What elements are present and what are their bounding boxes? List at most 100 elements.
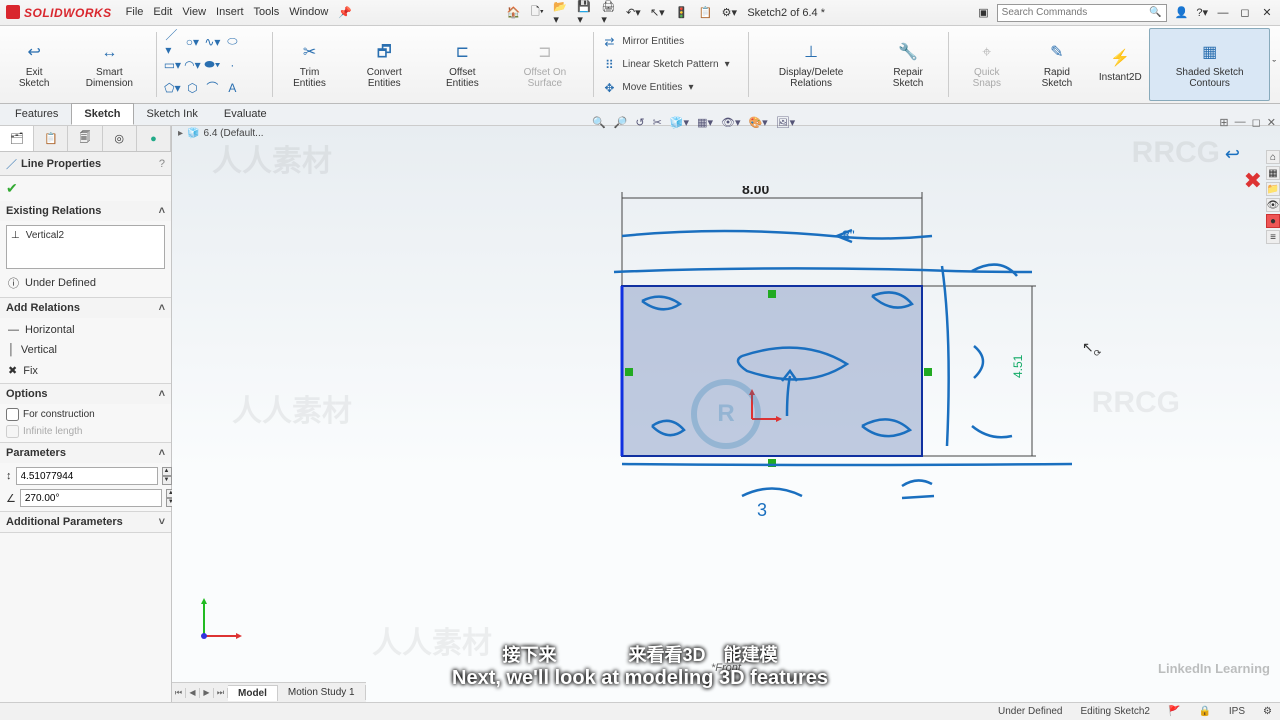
line-icon[interactable]: ／▾: [165, 35, 179, 49]
section-view-icon[interactable]: ✂: [653, 116, 662, 129]
rebuild-icon[interactable]: 🚦: [673, 5, 689, 21]
point-icon[interactable]: ·: [225, 58, 239, 72]
convert-button[interactable]: 🗗Convert Entities: [344, 28, 424, 101]
new-icon[interactable]: 🗋▾: [529, 5, 545, 21]
quick-snaps-button[interactable]: ⌖Quick Snaps: [953, 28, 1020, 101]
hex-icon[interactable]: ⬡: [185, 81, 199, 95]
status-lock-icon[interactable]: 🔒: [1198, 706, 1210, 717]
feature-manager-tab-icon[interactable]: 🗂: [0, 126, 34, 151]
fillet-icon[interactable]: ⌒: [205, 81, 219, 95]
tab-features[interactable]: Features: [2, 103, 71, 125]
smart-dimension-button[interactable]: ↔Smart Dimension: [66, 28, 152, 101]
tab-evaluate[interactable]: Evaluate: [211, 103, 280, 125]
taskpane-resources-icon[interactable]: ▦: [1266, 166, 1280, 180]
cmd-icon[interactable]: ▣: [978, 6, 988, 19]
menu-edit[interactable]: Edit: [153, 6, 172, 19]
trim-button[interactable]: ✂Trim Entities: [277, 28, 342, 101]
add-vertical-button[interactable]: │Vertical: [6, 342, 165, 358]
print-icon[interactable]: 🖨▾: [601, 5, 617, 21]
viewport-split-icon[interactable]: ⊞: [1219, 116, 1228, 129]
select-icon[interactable]: ↖▾: [649, 5, 665, 21]
infinite-length-checkbox[interactable]: Infinite length: [6, 425, 165, 438]
close-icon[interactable]: ✕: [1260, 6, 1274, 19]
menu-insert[interactable]: Insert: [216, 6, 244, 19]
scene-icon[interactable]: 🖼▾: [776, 116, 796, 129]
zoom-area-icon[interactable]: 🔎: [614, 116, 628, 129]
options-icon[interactable]: 📋: [697, 5, 713, 21]
exit-sketch-x-icon[interactable]: ✖: [1244, 168, 1262, 194]
ellipse-icon[interactable]: ⬭: [225, 35, 239, 49]
additional-parameters-header[interactable]: Additional Parameters˅: [0, 512, 171, 532]
parameters-header[interactable]: Parameters˄: [0, 443, 171, 463]
slot-icon[interactable]: ⬬▾: [205, 58, 219, 72]
tab-first-icon[interactable]: ⏮: [172, 688, 186, 698]
existing-relations-list[interactable]: ⊥Vertical2: [6, 225, 165, 269]
taskpane-custom-icon[interactable]: ≡: [1266, 230, 1280, 244]
maximize-icon[interactable]: ◻: [1238, 6, 1252, 19]
offset-surface-button[interactable]: ⊐Offset On Surface: [500, 28, 589, 101]
options-header[interactable]: Options˄: [0, 384, 171, 404]
bottom-tab-model[interactable]: Model: [228, 685, 278, 701]
display-style-icon[interactable]: ▦▾: [697, 116, 713, 129]
tab-sketch[interactable]: Sketch: [71, 103, 133, 125]
viewport-close-icon[interactable]: ✕: [1267, 116, 1276, 129]
confirm-corner-icon[interactable]: ↩: [1225, 144, 1240, 165]
menu-view[interactable]: View: [182, 6, 206, 19]
offset-button[interactable]: ⊏Offset Entities: [426, 28, 498, 101]
taskpane-view-icon[interactable]: 👁: [1266, 198, 1280, 212]
property-tab-icon[interactable]: 📋: [34, 126, 68, 151]
status-units[interactable]: IPS: [1229, 706, 1245, 717]
pattern-button[interactable]: ⠿Linear Sketch Pattern▾: [602, 58, 739, 72]
tab-sketch-ink[interactable]: Sketch Ink: [134, 103, 211, 125]
hide-show-icon[interactable]: 👁▾: [721, 116, 741, 129]
help-small-icon[interactable]: ?: [159, 158, 165, 170]
angle-input[interactable]: [20, 489, 162, 507]
spin-down-icon[interactable]: ▼: [162, 476, 172, 485]
viewport-min-icon[interactable]: —: [1235, 116, 1246, 129]
tab-prev-icon[interactable]: ◀: [186, 688, 200, 698]
rect-icon[interactable]: ▭▾: [165, 58, 179, 72]
polygon-icon[interactable]: ⬠▾: [165, 81, 179, 95]
help-icon[interactable]: ?▾: [1196, 6, 1208, 19]
dimxpert-tab-icon[interactable]: ◎: [103, 126, 137, 151]
menu-file[interactable]: File: [126, 6, 144, 19]
menu-tools[interactable]: Tools: [254, 6, 280, 19]
text-icon[interactable]: A: [225, 81, 239, 95]
zoom-fit-icon[interactable]: 🔍: [592, 116, 606, 129]
status-gear-icon[interactable]: ⚙: [1263, 706, 1272, 717]
menu-window[interactable]: Window: [289, 6, 328, 19]
spline-icon[interactable]: ∿▾: [205, 35, 219, 49]
add-relations-header[interactable]: Add Relations˄: [0, 298, 171, 318]
viewport-max-icon[interactable]: ◻: [1252, 116, 1261, 129]
menu-pin-icon[interactable]: 📌: [338, 6, 352, 19]
taskpane-home-icon[interactable]: ⌂: [1266, 150, 1280, 164]
tab-last-icon[interactable]: ⏭: [214, 688, 228, 698]
display-delete-relations-button[interactable]: ⊥Display/Delete Relations: [753, 28, 870, 101]
rapid-sketch-button[interactable]: ✎Rapid Sketch: [1022, 28, 1091, 101]
arc-icon[interactable]: ◠▾: [185, 58, 199, 72]
save-icon[interactable]: 💾▾: [577, 5, 593, 21]
graphics-area[interactable]: 🧊6.4 (Default... 🔍 🔎 ↺ ✂ 🧊▾ ▦▾ 👁▾ 🎨▾ 🖼▾ …: [172, 126, 1280, 702]
repair-sketch-button[interactable]: 🔧Repair Sketch: [872, 28, 945, 101]
move-button[interactable]: ✥Move Entities▾: [602, 81, 739, 95]
status-flag-icon[interactable]: 🚩: [1168, 706, 1180, 717]
ribbon-collapse-icon[interactable]: ˇ: [1272, 59, 1276, 71]
prev-view-icon[interactable]: ↺: [635, 116, 644, 129]
appearance-icon[interactable]: 🎨▾: [748, 116, 767, 129]
open-icon[interactable]: 📂▾: [553, 5, 569, 21]
bottom-tab-motion[interactable]: Motion Study 1: [278, 685, 366, 700]
undo-icon[interactable]: ↶▾: [625, 5, 641, 21]
mirror-button[interactable]: ⇄Mirror Entities: [602, 35, 739, 49]
circle-icon[interactable]: ○▾: [185, 35, 199, 49]
instant2d-button[interactable]: ⚡Instant2D: [1094, 28, 1147, 101]
tab-next-icon[interactable]: ▶: [200, 688, 214, 698]
appearance-tab-icon[interactable]: ●: [137, 126, 171, 151]
accept-button[interactable]: ✔: [0, 176, 171, 201]
shaded-contours-button[interactable]: ▦Shaded Sketch Contours: [1149, 28, 1270, 101]
search-input[interactable]: Search Commands🔍: [997, 4, 1167, 22]
taskpane-appearance-icon[interactable]: ●: [1266, 214, 1280, 228]
for-construction-checkbox[interactable]: For construction: [6, 408, 165, 421]
view-orient-icon[interactable]: 🧊▾: [670, 116, 689, 129]
length-input[interactable]: [16, 467, 158, 485]
spin-up-icon[interactable]: ▲: [162, 467, 172, 476]
